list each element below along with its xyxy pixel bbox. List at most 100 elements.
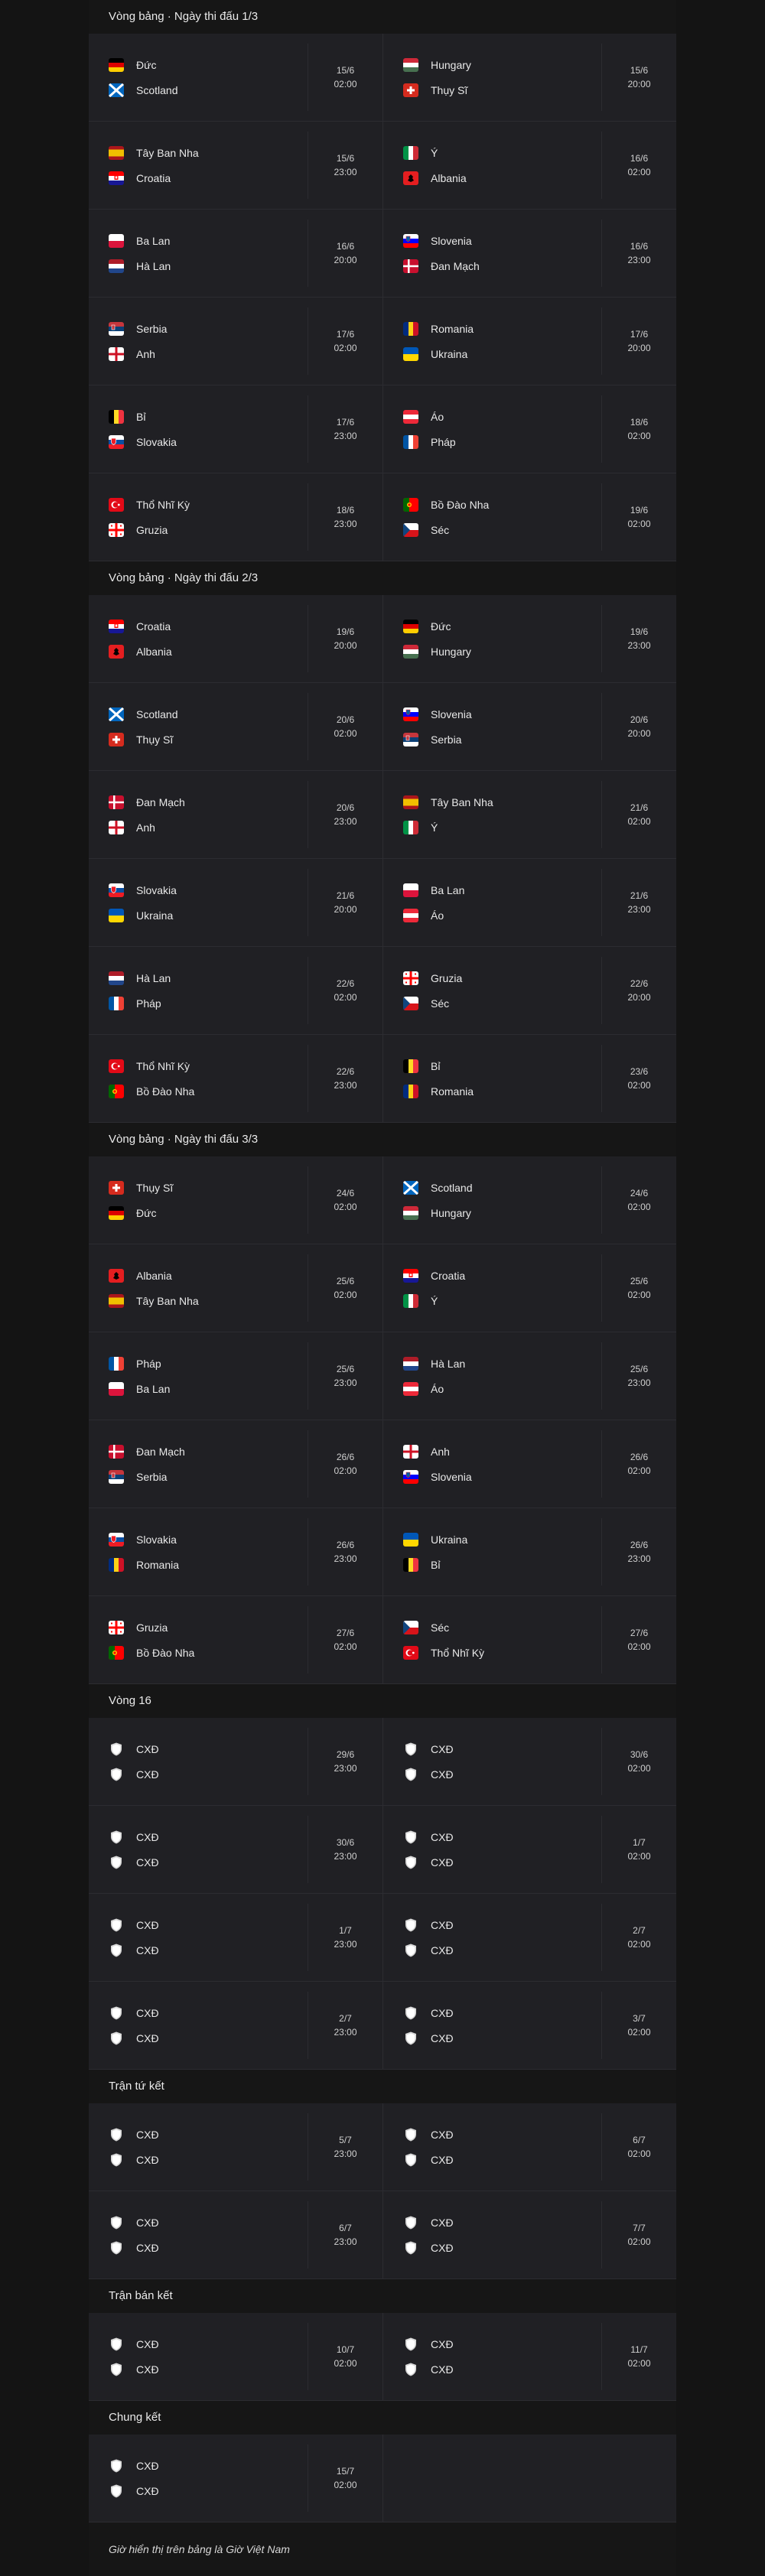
match-card[interactable]: Ba Lan Hà Lan 16/6 20:00 [89,210,382,297]
match-card[interactable]: Hà Lan Pháp 22/6 02:00 [89,947,382,1034]
match-card[interactable]: CXĐ CXĐ 2/7 02:00 [382,1894,676,1981]
match-time: 02:00 [627,2027,651,2038]
match-card[interactable]: Hungary Thụy Sĩ 15/6 20:00 [382,34,676,121]
match-card[interactable]: Scotland Thụy Sĩ 20/6 02:00 [89,683,382,770]
flag-de-icon [403,619,418,633]
match-card[interactable]: CXĐ CXĐ 1/7 02:00 [382,1806,676,1893]
match-row: Thụy Sĩ Đức 24/6 02:00 Scotland Hungary 24/6 02… [89,1156,676,1244]
team-name: Slovenia [431,707,472,720]
match-card[interactable]: CXĐ CXĐ 7/7 02:00 [382,2191,676,2278]
team-name: Anh [136,347,155,360]
match-card[interactable]: CXĐ CXĐ 3/7 02:00 [382,1982,676,2069]
match-teams: CXĐ CXĐ [89,1830,308,1870]
team-name: Croatia [136,171,171,184]
match-card[interactable]: Anh Slovenia 26/6 02:00 [382,1420,676,1508]
team-entry: Croatia [109,171,308,186]
timezone-footnote: Giờ hiển thị trên bảng là Giờ Việt Nam [89,2522,676,2576]
team-name: Serbia [431,733,462,746]
team-entry: Romania [403,321,601,337]
match-card[interactable]: Croatia Albania 19/6 20:00 [89,595,382,682]
match-datetime: 22/6 23:00 [308,1045,382,1112]
match-card[interactable]: Thổ Nhĩ Kỳ Gruzia 18/6 23:00 [89,473,382,561]
team-name: Ý [431,1294,438,1307]
team-entry: Hà Lan [109,259,308,274]
team-entry: CXĐ [109,2031,308,2046]
match-card[interactable]: Thụy Sĩ Đức 24/6 02:00 [89,1156,382,1244]
match-card[interactable]: CXĐ CXĐ 2/7 23:00 [89,1982,382,2069]
match-card[interactable]: Bỉ Romania 23/6 02:00 [382,1035,676,1122]
match-card[interactable]: Tây Ban Nha Ý 21/6 02:00 [382,771,676,858]
match-card[interactable]: CXĐ CXĐ 1/7 23:00 [89,1894,382,1981]
match-card[interactable]: Bỉ Slovakia 17/6 23:00 [89,385,382,473]
match-row: Serbia Anh 17/6 02:00 Romania Ukraina 17/6 20:0… [89,298,676,385]
match-card[interactable]: CXĐ CXĐ 11/7 02:00 [382,2313,676,2400]
match-card[interactable]: Séc Thổ Nhĩ Kỳ 27/6 02:00 [382,1596,676,1683]
match-card[interactable]: Gruzia Séc 22/6 20:00 [382,947,676,1034]
match-card[interactable]: Tây Ban Nha Croatia 15/6 23:00 [89,122,382,209]
match-datetime: 11/7 02:00 [601,2323,676,2390]
team-name: Serbia [136,1470,168,1483]
match-card[interactable]: Gruzia Bồ Đào Nha 27/6 02:00 [89,1596,382,1683]
match-date: 3/7 [633,2013,646,2024]
shield-icon [405,1943,416,1956]
match-card[interactable]: Ý Albania 16/6 02:00 [382,122,676,209]
match-teams: CXĐ CXĐ [89,2005,308,2046]
shield-icon [405,2241,416,2254]
match-card[interactable]: CXĐ CXĐ 30/6 23:00 [89,1806,382,1893]
match-card[interactable]: CXĐ CXĐ 15/7 02:00 [89,2435,382,2522]
match-card[interactable]: Ukraina Bỉ 26/6 23:00 [382,1508,676,1595]
match-card[interactable]: Croatia Ý 25/6 02:00 [382,1244,676,1332]
team-entry: Pháp [109,996,308,1011]
match-card[interactable]: Romania Ukraina 17/6 20:00 [382,298,676,385]
team-entry: CXĐ [403,2031,601,2046]
team-entry: CXĐ [109,1767,308,1782]
team-name: Bồ Đào Nha [136,1646,195,1659]
match-time: 20:00 [334,904,357,915]
match-card[interactable]: CXĐ CXĐ 6/7 23:00 [89,2191,382,2278]
team-entry: Ý [403,1293,601,1309]
team-name: Đan Mạch [136,1445,185,1458]
match-card[interactable]: Hà Lan Áo 25/6 23:00 [382,1332,676,1420]
match-time: 23:00 [334,431,357,441]
match-card[interactable]: Slovakia Ukraina 21/6 20:00 [89,859,382,946]
match-card[interactable]: Đan Mạch Anh 20/6 23:00 [89,771,382,858]
match-card[interactable]: CXĐ CXĐ 6/7 02:00 [382,2103,676,2191]
team-entry: CXĐ [109,2127,308,2142]
match-time: 23:00 [627,1553,651,1564]
match-card[interactable]: Áo Pháp 18/6 02:00 [382,385,676,473]
match-card[interactable]: CXĐ CXĐ 10/7 02:00 [89,2313,382,2400]
match-card[interactable]: Slovenia Serbia 20/6 20:00 [382,683,676,770]
match-time: 20:00 [334,255,357,265]
match-teams: CXĐ CXĐ [89,2337,308,2377]
match-datetime: 2/7 23:00 [308,1992,382,2059]
match-card[interactable]: Ba Lan Áo 21/6 23:00 [382,859,676,946]
match-card[interactable]: Đức Scotland 15/6 02:00 [89,34,382,121]
match-teams: CXĐ CXĐ [383,2337,601,2377]
flag-pl-icon [109,233,124,248]
match-teams: Romania Ukraina [383,321,601,362]
team-name: Ukraina [431,1533,468,1546]
match-card[interactable]: Thổ Nhĩ Kỳ Bồ Đào Nha 22/6 23:00 [89,1035,382,1122]
shield-icon [405,2006,416,2019]
match-card[interactable]: CXĐ CXĐ 5/7 23:00 [89,2103,382,2191]
team-name: CXĐ [431,1742,454,1755]
match-card[interactable]: Bồ Đào Nha Séc 19/6 02:00 [382,473,676,561]
match-date: 23/6 [630,1066,649,1077]
match-card[interactable]: CXĐ CXĐ 29/6 23:00 [89,1718,382,1805]
team-name: Scotland [431,1181,473,1194]
match-card[interactable]: Albania Tây Ban Nha 25/6 02:00 [89,1244,382,1332]
match-card[interactable]: Slovenia Đan Mạch 16/6 23:00 [382,210,676,297]
match-date: 22/6 [336,1066,355,1077]
match-datetime: 20/6 20:00 [601,693,676,760]
match-card[interactable]: Pháp Ba Lan 25/6 23:00 [89,1332,382,1420]
match-teams: Ba Lan Áo [383,883,601,923]
match-card[interactable]: Slovakia Romania 26/6 23:00 [89,1508,382,1595]
match-row: CXĐ CXĐ 15/7 02:00 [89,2435,676,2522]
match-card[interactable]: Đức Hungary 19/6 23:00 [382,595,676,682]
match-datetime: 25/6 23:00 [601,1342,676,1410]
match-card[interactable]: Scotland Hungary 24/6 02:00 [382,1156,676,1244]
match-card[interactable]: Đan Mạch Serbia 26/6 02:00 [89,1420,382,1508]
team-entry: Séc [403,1620,601,1635]
match-card[interactable]: CXĐ CXĐ 30/6 02:00 [382,1718,676,1805]
match-card[interactable]: Serbia Anh 17/6 02:00 [89,298,382,385]
